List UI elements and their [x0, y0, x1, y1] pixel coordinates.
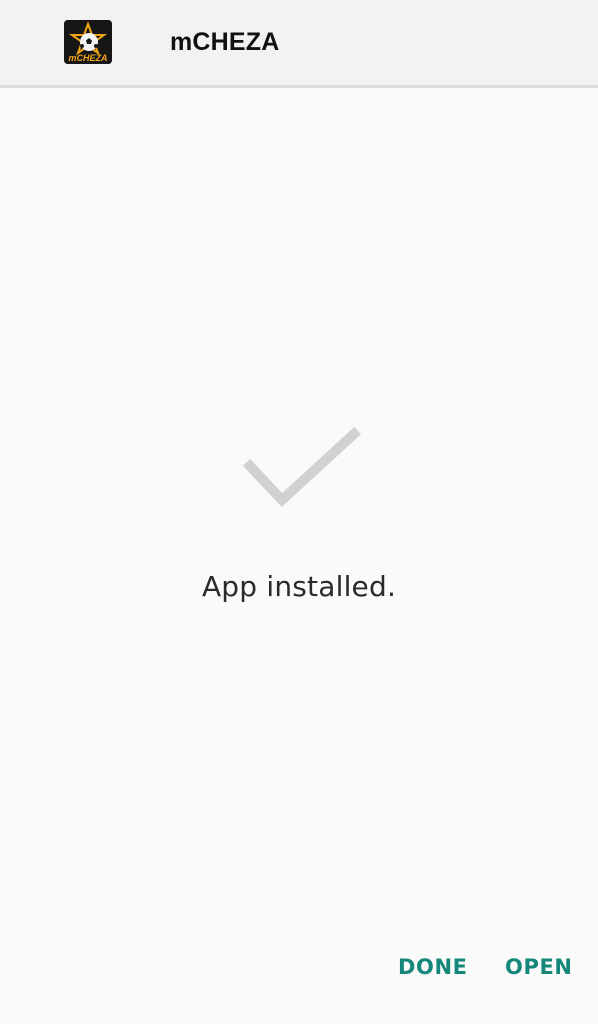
- app-icon-wordmark: mCHEZA: [68, 53, 107, 63]
- app-name: mCHEZA: [170, 28, 280, 56]
- app-header: mCHEZA mCHEZA: [0, 0, 598, 88]
- mcheza-app-icon: mCHEZA: [64, 20, 112, 64]
- open-button[interactable]: OPEN: [505, 955, 573, 979]
- done-button[interactable]: DONE: [398, 955, 468, 979]
- install-screen: mCHEZA mCHEZA App installed. DONE OPEN: [0, 0, 598, 1024]
- install-status-message: App installed.: [201, 570, 397, 603]
- checkmark-icon: [242, 424, 362, 520]
